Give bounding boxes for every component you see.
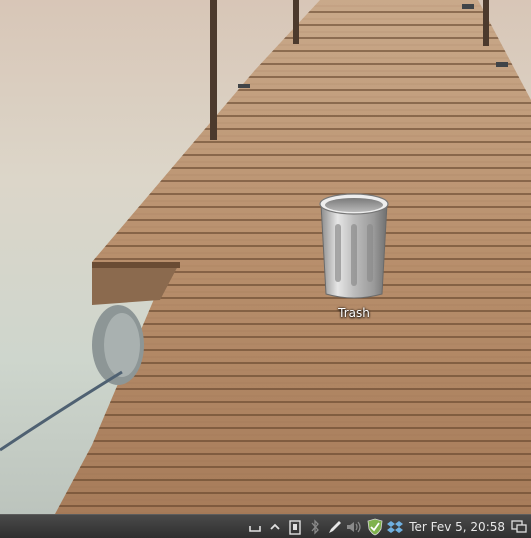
show-desktop-icon[interactable]: [509, 516, 529, 538]
pen-icon[interactable]: [325, 516, 345, 538]
shield-check-icon[interactable]: [365, 516, 385, 538]
trash-icon: [319, 193, 389, 299]
dropbox-icon[interactable]: [385, 516, 405, 538]
bluetooth-icon[interactable]: [305, 516, 325, 538]
chevron-up-icon[interactable]: [265, 516, 285, 538]
system-tray: Ter Fev 5, 20:58: [245, 516, 531, 538]
volume-icon[interactable]: [345, 516, 365, 538]
taskbar: Ter Fev 5, 20:58: [0, 514, 531, 538]
eject-icon[interactable]: [245, 516, 265, 538]
wallpaper: [0, 0, 531, 514]
desktop[interactable]: Trash: [0, 0, 531, 514]
clipboard-icon[interactable]: [285, 516, 305, 538]
desktop-icon-label: Trash: [338, 306, 370, 320]
desktop-icon-trash[interactable]: Trash: [308, 190, 400, 321]
clock[interactable]: Ter Fev 5, 20:58: [405, 520, 509, 534]
